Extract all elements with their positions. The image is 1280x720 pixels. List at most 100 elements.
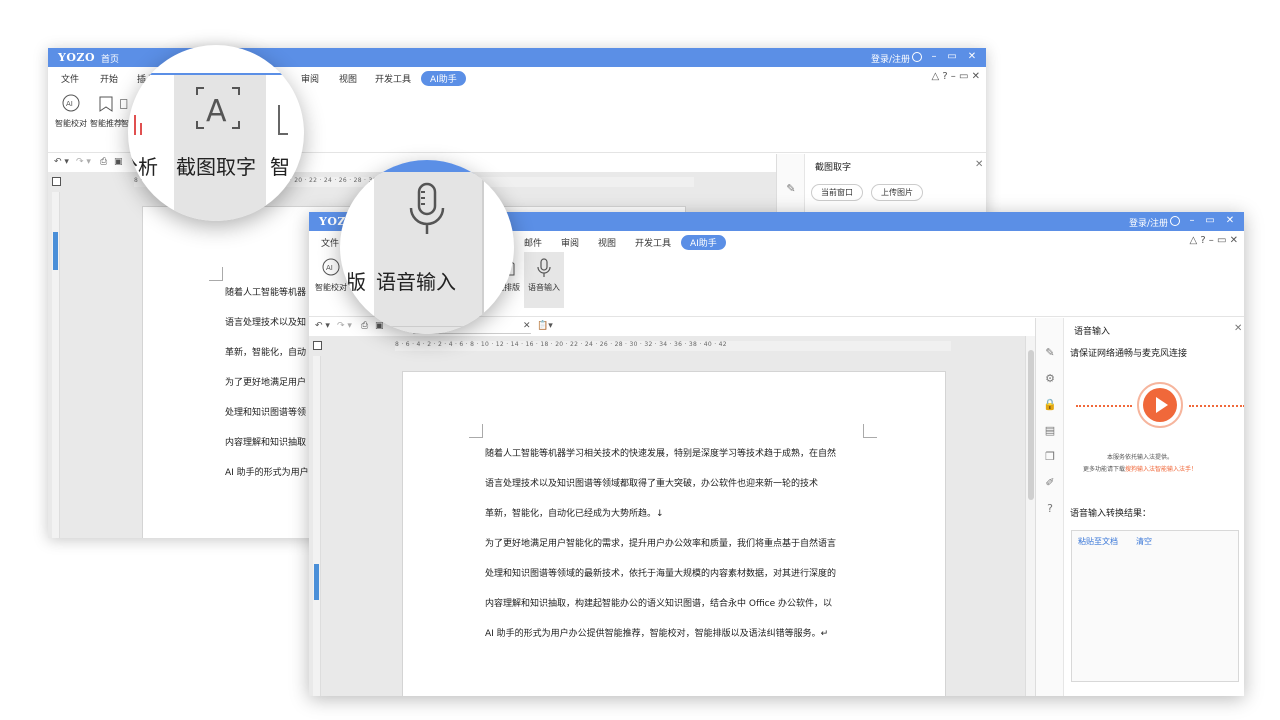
- play-icon: [1156, 397, 1168, 413]
- download-note-prefix: 更多功能请下载: [1082, 466, 1125, 473]
- menu-ai-assistant[interactable]: AI助手: [681, 235, 726, 250]
- doc-line: 内容理解和知识抽取: [225, 438, 307, 448]
- doc-line: 随着人工智能等机器: [225, 288, 307, 298]
- vertical-scrollbar[interactable]: [1025, 336, 1035, 696]
- restore-icon[interactable]: ▭: [1204, 215, 1216, 226]
- menu-dev-tools[interactable]: 开发工具: [375, 72, 411, 85]
- current-window-button[interactable]: 当前窗口: [811, 184, 863, 201]
- lens-center-label: 截图取字: [176, 155, 256, 179]
- lens-right-label: 智: [270, 155, 290, 179]
- tab-stop-icon[interactable]: [313, 341, 322, 350]
- page-corner-mark: [863, 424, 877, 438]
- doc-line: AI 助手的形式为用户: [225, 468, 309, 478]
- search-clear-icon[interactable]: ✕: [523, 321, 531, 331]
- document-page[interactable]: 随着人工智能等机器学习相关技术的快速发展，特别是深度学习等技术趋于成熟，在自然 …: [402, 371, 946, 696]
- undo-icon[interactable]: ↶ ▾: [54, 157, 69, 167]
- minimize-icon[interactable]: –: [1186, 215, 1198, 226]
- preview-icon[interactable]: ⎙: [100, 157, 107, 167]
- close-icon[interactable]: ✕: [1224, 215, 1236, 226]
- screenshot-text-icon: A: [196, 87, 240, 129]
- network-hint: 请保证网络通畅与麦克风连接: [1070, 349, 1188, 359]
- svg-text:AI: AI: [66, 100, 73, 108]
- ribbon-label: 智能校对: [315, 283, 347, 292]
- vertical-ruler: [313, 356, 321, 696]
- menu-view[interactable]: 视图: [339, 72, 357, 85]
- login-link[interactable]: 登录/注册: [1129, 216, 1168, 229]
- paste-to-doc-button[interactable]: 粘贴至文档: [1078, 536, 1118, 547]
- lens-left-label: 分析: [128, 155, 158, 179]
- microphone-icon: [537, 258, 551, 277]
- app-logo: YOZO: [58, 51, 96, 64]
- panel-tool-strip: ✎ ⚙ 🔒 ▤ ❐ ✐ ?: [1036, 318, 1064, 696]
- menu-dev-tools[interactable]: 开发工具: [635, 236, 671, 249]
- doc-line: 语言处理技术以及知识图谱等领域都取得了重大突破，办公软件也迎来新一轮的技术: [485, 479, 819, 489]
- doc-line: 内容理解和知识抽取，构建起智能办公的语义知识图谱，结合永中 Office 办公软…: [485, 599, 832, 609]
- voice-input-button[interactable]: 语音输入: [524, 252, 564, 308]
- restore-icon[interactable]: ▭: [946, 51, 958, 62]
- redo-icon[interactable]: ↷ ▾: [76, 157, 91, 167]
- clear-button[interactable]: 清空: [1136, 536, 1152, 547]
- user-icon[interactable]: [912, 52, 922, 62]
- scrollbar-thumb[interactable]: [1028, 350, 1034, 500]
- minimize-icon[interactable]: –: [928, 51, 940, 62]
- doc-line: 革新，智能化，自动: [225, 348, 307, 358]
- panel-close-icon[interactable]: ✕: [975, 159, 983, 170]
- menu-file[interactable]: 文件: [61, 72, 79, 85]
- pen-icon[interactable]: ✎: [1043, 346, 1057, 360]
- menu-mail[interactable]: 邮件: [524, 236, 542, 249]
- recommend-icon: [99, 96, 113, 112]
- page-corner-mark: [469, 424, 483, 438]
- lens-center-label: 语音输入: [376, 270, 456, 294]
- home-tab[interactable]: 首页: [101, 52, 119, 65]
- edit-icon[interactable]: ✐: [1043, 476, 1057, 490]
- magnifier-voice-input: 版 语音输入: [340, 160, 514, 334]
- window-controls[interactable]: △ ? – ▭ ✕: [931, 71, 980, 82]
- lock-icon[interactable]: 🔒: [1043, 398, 1057, 412]
- menu-view[interactable]: 视图: [598, 236, 616, 249]
- smart-proofread-button[interactable]: AI 智能校对: [51, 93, 91, 129]
- result-label: 语音输入转换结果：: [1070, 509, 1152, 519]
- vertical-ruler: [52, 192, 60, 538]
- microphone-large-icon: [409, 182, 445, 234]
- service-note: 本服务依托输入法提供。: [1106, 454, 1173, 461]
- download-link[interactable]: 搜狗输入法智能输入法手！: [1125, 466, 1197, 473]
- panel-title: 截图取字: [815, 163, 852, 173]
- lens-left-label: 版: [346, 270, 366, 294]
- ribbon-label: 智能校对: [55, 119, 87, 128]
- magnifier-screenshot-text: A 分析 截图取字 智: [128, 45, 304, 221]
- doc-line: 处理和知识图谱等领域的最新技术，依托于海量大规模的内容素材数据，对其进行深度的: [485, 569, 837, 579]
- login-link[interactable]: 登录/注册: [871, 52, 910, 65]
- tab-stop-icon[interactable]: [52, 177, 61, 186]
- user-icon[interactable]: [1170, 216, 1180, 226]
- panel-close-icon[interactable]: ✕: [1234, 323, 1242, 334]
- panel-title: 语音输入: [1074, 327, 1111, 337]
- voice-input-panel: ✎ ⚙ 🔒 ▤ ❐ ✐ ? 语音输入 ✕ 请保证网络通畅与麦克风连接 本服务依托…: [1035, 318, 1244, 696]
- undo-icon[interactable]: ↶ ▾: [315, 321, 330, 331]
- clipboard-icon[interactable]: ▤: [1043, 424, 1057, 438]
- doc-line: 为了更好地满足用户智能化的需求，提升用户办公效率和质量，我们将重点基于自然语言: [485, 539, 837, 549]
- help-icon[interactable]: ?: [1043, 502, 1057, 516]
- result-textarea[interactable]: 粘贴至文档 清空: [1071, 530, 1239, 682]
- window-controls[interactable]: △ ? – ▭ ✕: [1189, 235, 1238, 246]
- doc-line: 革新，智能化，自动化已经成为大势所趋。↓: [485, 509, 664, 519]
- upload-image-button[interactable]: 上传图片: [871, 184, 923, 201]
- download-note: 更多功能请下载搜狗输入法智能输入法手！: [1036, 464, 1244, 473]
- paste-icon[interactable]: 📋▾: [537, 321, 553, 331]
- close-icon[interactable]: ✕: [966, 51, 978, 62]
- doc-line: 处理和知识图谱等领: [225, 408, 307, 418]
- menu-file[interactable]: 文件: [321, 236, 339, 249]
- ai-icon: AI: [62, 94, 80, 112]
- record-button[interactable]: [1137, 382, 1183, 428]
- doc-line: AI 助手的形式为用户办公提供智能推荐，智能校对，智能排版以及语法纠错等服务。↵: [485, 629, 829, 639]
- document-canvas: 8 · 6 · 4 · 2 · 2 · 4 · 6 · 8 · 10 · 12 …: [309, 336, 1035, 696]
- svg-text:A: A: [206, 94, 227, 129]
- wave-right: [1189, 405, 1244, 407]
- menu-ai-assistant[interactable]: AI助手: [421, 71, 466, 86]
- doc-line: 语言处理技术以及知: [225, 318, 307, 328]
- menu-review[interactable]: 审阅: [561, 236, 579, 249]
- save-icon[interactable]: ▣: [114, 157, 123, 167]
- menu-home[interactable]: 开始: [100, 72, 118, 85]
- settings-sliders-icon[interactable]: ⚙: [1043, 372, 1057, 386]
- page-corner-mark: [209, 267, 223, 281]
- pen-icon[interactable]: ✎: [784, 182, 798, 196]
